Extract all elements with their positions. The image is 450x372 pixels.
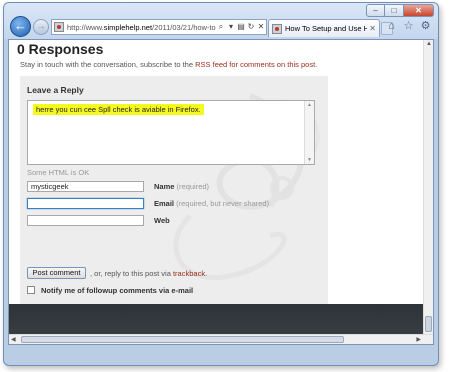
email-input[interactable] bbox=[27, 198, 144, 209]
home-icon[interactable]: ⌂ bbox=[385, 18, 398, 35]
scroll-up-icon[interactable]: ▲ bbox=[307, 102, 312, 108]
site-favicon-icon bbox=[54, 22, 64, 32]
stop-icon[interactable]: ✕ bbox=[256, 20, 266, 34]
notify-checkbox[interactable] bbox=[27, 286, 35, 294]
email-label: Email (required, but never shared) bbox=[154, 199, 269, 208]
textarea-scrollbar[interactable]: ▲ ▼ bbox=[304, 101, 314, 164]
tab-active[interactable]: How To Setup and Use Ho... ✕ bbox=[268, 19, 380, 37]
post-comment-button[interactable]: Post comment bbox=[27, 267, 86, 279]
tools-gear-icon[interactable]: ⚙ bbox=[419, 18, 432, 35]
close-window-button[interactable]: ✕ bbox=[404, 4, 434, 17]
favorites-star-icon[interactable]: ☆ bbox=[402, 18, 415, 35]
url-domain: simplehelp.net bbox=[103, 22, 153, 32]
name-input[interactable]: mysticgeek bbox=[27, 181, 144, 192]
browser-toolbar: – □ ✕ ← → http://www.simplehelp.net/2011… bbox=[4, 3, 438, 39]
name-label: Name (required) bbox=[154, 182, 209, 191]
html-note: Some HTML is OK bbox=[27, 168, 90, 177]
back-arrow-icon: ← bbox=[14, 18, 27, 33]
forward-arrow-icon: → bbox=[36, 21, 46, 32]
trackback-link[interactable]: trackback bbox=[173, 269, 205, 278]
status-bar bbox=[8, 346, 434, 364]
horizontal-scroll-thumb[interactable] bbox=[21, 336, 344, 343]
or-end: . bbox=[205, 269, 208, 278]
command-icons: ⌂ ☆ ⚙ bbox=[385, 18, 432, 35]
rss-feed-link[interactable]: RSS feed for comments on this post bbox=[195, 60, 315, 69]
subscribe-end: . bbox=[315, 60, 318, 69]
tab-title: How To Setup and Use Ho... bbox=[285, 24, 367, 33]
url-path: /2011/03/21/how-to-se bbox=[152, 22, 216, 32]
trackback-text: , or, reply to this post via trackback. bbox=[90, 269, 207, 278]
tab-favicon-icon bbox=[272, 23, 282, 34]
notify-label: Notify me of followup comments via e-mai… bbox=[41, 286, 194, 295]
subscribe-lead: Stay in touch with the conversation, sub… bbox=[20, 60, 196, 69]
page-viewport: 0 Responses Stay in touch with the conve… bbox=[8, 39, 434, 345]
or-text: , or, reply to this post via bbox=[90, 269, 173, 278]
back-button[interactable]: ← bbox=[10, 16, 31, 37]
reply-heading: Leave a Reply bbox=[27, 85, 84, 95]
maximize-button[interactable]: □ bbox=[385, 4, 404, 17]
refresh-icon[interactable]: ↻ bbox=[246, 20, 256, 34]
name-label-text: Name bbox=[154, 182, 175, 191]
window-controls: – □ ✕ bbox=[366, 4, 434, 17]
comment-text: herre you cun cee Spll check is aviable … bbox=[33, 104, 204, 115]
compatibility-view-icon[interactable]: ▤ bbox=[236, 20, 246, 34]
email-hint: (required, but never shared) bbox=[176, 199, 270, 208]
vertical-scroll-thumb[interactable] bbox=[425, 316, 432, 332]
minimize-button[interactable]: – bbox=[366, 4, 385, 17]
scroll-right-icon[interactable]: ▶ bbox=[416, 336, 421, 343]
reply-form: Leave a Reply herre you cun cee Spll che… bbox=[20, 76, 328, 304]
address-bar[interactable]: http://www.simplehelp.net/2011/03/21/how… bbox=[51, 19, 267, 35]
tab-close-icon[interactable]: ✕ bbox=[369, 24, 376, 33]
web-label: Web bbox=[154, 216, 170, 225]
email-label-text: Email bbox=[154, 199, 175, 208]
scroll-left-icon[interactable]: ◀ bbox=[11, 336, 16, 343]
forward-button[interactable]: → bbox=[33, 19, 49, 35]
url-prefix: http://www. bbox=[67, 22, 104, 32]
scroll-down-icon[interactable]: ▼ bbox=[307, 157, 312, 163]
address-bar-buttons: ⌕ ▾ ▤ ↻ ✕ bbox=[216, 20, 266, 34]
scroll-up-icon[interactable]: ▲ bbox=[426, 41, 432, 47]
search-icon[interactable]: ⌕ bbox=[216, 20, 226, 34]
subscribe-text: Stay in touch with the conversation, sub… bbox=[20, 60, 317, 69]
comment-textarea[interactable]: herre you cun cee Spll check is aviable … bbox=[27, 100, 315, 165]
horizontal-scrollbar[interactable]: ◀ ▶ bbox=[9, 334, 433, 344]
web-input[interactable] bbox=[27, 215, 144, 226]
url-text[interactable]: http://www.simplehelp.net/2011/03/21/how… bbox=[67, 23, 216, 32]
vertical-scrollbar[interactable]: ▲ bbox=[423, 40, 433, 336]
name-hint: (required) bbox=[176, 182, 210, 191]
dropdown-icon[interactable]: ▾ bbox=[226, 20, 236, 34]
responses-heading: 0 Responses bbox=[17, 41, 104, 57]
browser-window: – □ ✕ ← → http://www.simplehelp.net/2011… bbox=[3, 2, 439, 366]
